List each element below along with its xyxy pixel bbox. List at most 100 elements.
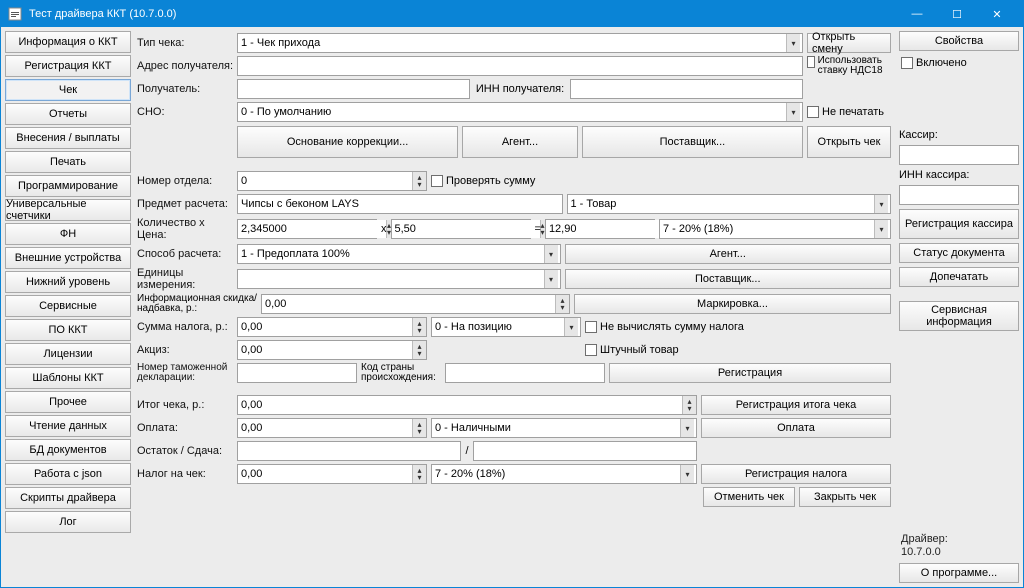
label-nalog-chek: Налог на чек:: [137, 468, 233, 480]
supplier-button[interactable]: Поставщик...: [582, 126, 803, 158]
label-itog: Итог чека, р.:: [137, 399, 233, 411]
spin-akciz[interactable]: ▴▾: [237, 340, 427, 360]
nav-работа-с-json[interactable]: Работа с json: [5, 463, 131, 485]
nav-шаблоны-ккт[interactable]: Шаблоны ККТ: [5, 367, 131, 389]
document-status-button[interactable]: Статус документа: [899, 243, 1019, 263]
checkbox-nevychis[interactable]: Не вычислять сумму налога: [585, 321, 744, 333]
nav-лог[interactable]: Лог: [5, 511, 131, 533]
spin-kol[interactable]: ▴▾: [237, 219, 377, 239]
label-sposob: Способ расчета:: [137, 248, 233, 260]
label-kassir: Кассир:: [899, 129, 1019, 141]
app-icon: [7, 6, 23, 22]
properties-button[interactable]: Свойства: [899, 31, 1019, 51]
nav-бд-документов[interactable]: БД документов: [5, 439, 131, 461]
correction-basis-button[interactable]: Основание коррекции...: [237, 126, 458, 158]
input-inn-kassira[interactable]: [899, 185, 1019, 205]
register-tax-button[interactable]: Регистрация налога: [701, 464, 891, 484]
close-check-button[interactable]: Закрыть чек: [799, 487, 891, 507]
close-button[interactable]: ✕: [977, 1, 1017, 27]
chevron-down-icon: ▾: [544, 245, 558, 263]
spin-summa-naloga[interactable]: ▴▾: [237, 317, 427, 337]
combo-predmet-type[interactable]: 1 - Товар▾: [567, 194, 892, 214]
nav-внесения-выплаты[interactable]: Внесения / выплаты: [5, 127, 131, 149]
label-oplata: Оплата:: [137, 422, 233, 434]
reprint-button[interactable]: Допечатать: [899, 267, 1019, 287]
input-ostatok[interactable]: [237, 441, 461, 461]
supplier2-button[interactable]: Поставщик...: [565, 269, 892, 289]
combo-oplata-type[interactable]: 0 - Наличными▾: [431, 418, 697, 438]
combo-nalog-chek-rate[interactable]: 7 - 20% (18%)▾: [431, 464, 697, 484]
nav-лицензии[interactable]: Лицензии: [5, 343, 131, 365]
input-inn-poluch[interactable]: [570, 79, 803, 99]
combo-sposob[interactable]: 1 - Предоплата 100%▾: [237, 244, 561, 264]
about-button[interactable]: О программе...: [899, 563, 1019, 583]
spin-oplata[interactable]: ▴▾: [237, 418, 427, 438]
combo-sno[interactable]: 0 - По умолчанию▾: [237, 102, 803, 122]
maximize-button[interactable]: ☐: [937, 1, 977, 27]
label-poluchatel: Получатель:: [137, 83, 233, 95]
register-button[interactable]: Регистрация: [609, 363, 891, 383]
label-eq: =: [535, 223, 541, 235]
chevron-down-icon: ▾: [786, 34, 800, 52]
window-title: Тест драйвера ККТ (10.7.0.0): [29, 8, 897, 20]
nav-регистрация-ккт[interactable]: Регистрация ККТ: [5, 55, 131, 77]
nav-чек[interactable]: Чек: [5, 79, 131, 101]
input-kassir[interactable]: [899, 145, 1019, 165]
marking-button[interactable]: Маркировка...: [574, 294, 891, 314]
combo-nalog-pos[interactable]: 0 - На позицию▾: [431, 317, 581, 337]
nav-отчеты[interactable]: Отчеты: [5, 103, 131, 125]
register-total-button[interactable]: Регистрация итога чека: [701, 395, 891, 415]
chevron-down-icon: ▾: [544, 270, 558, 288]
label-ostatok: Остаток / Сдача:: [137, 445, 233, 457]
input-poluchatel[interactable]: [237, 79, 470, 99]
spin-info-sk[interactable]: ▴▾: [261, 294, 570, 314]
nav-sidebar: Информация о ККТРегистрация ККТЧекОтчеты…: [5, 31, 131, 583]
checkbox-proveryat[interactable]: Проверять сумму: [431, 175, 535, 187]
cancel-check-button[interactable]: Отменить чек: [703, 487, 795, 507]
chevron-down-icon: ▾: [564, 318, 578, 336]
label-predmet: Предмет расчета:: [137, 198, 233, 210]
nav-скрипты-драйвера[interactable]: Скрипты драйвера: [5, 487, 131, 509]
input-nomer-tam[interactable]: [237, 363, 357, 383]
payment-button[interactable]: Оплата: [701, 418, 891, 438]
spin-itog[interactable]: ▴▾: [237, 395, 697, 415]
input-predmet[interactable]: [237, 194, 563, 214]
spin-nomer-otdela[interactable]: ▴▾: [237, 171, 427, 191]
nav-нижний-уровень[interactable]: Нижний уровень: [5, 271, 131, 293]
combo-edin[interactable]: ▾: [237, 269, 561, 289]
spin-summa[interactable]: ▴▾: [545, 219, 655, 239]
chevron-down-icon: ▾: [786, 103, 800, 121]
spin-nalog-chek[interactable]: ▴▾: [237, 464, 427, 484]
nav-универсальные-счетчики[interactable]: Универсальные счетчики: [5, 199, 131, 221]
spin-cena[interactable]: ▴▾: [391, 219, 531, 239]
checkbox-shtuch[interactable]: Штучный товар: [585, 344, 679, 356]
input-adres[interactable]: [237, 56, 803, 76]
open-check-button[interactable]: Открыть чек: [807, 126, 891, 158]
input-kod-strany[interactable]: [445, 363, 605, 383]
titlebar: Тест драйвера ККТ (10.7.0.0) — ☐ ✕: [1, 1, 1023, 27]
combo-tip-cheka[interactable]: 1 - Чек прихода▾: [237, 33, 803, 53]
service-info-button[interactable]: Сервисная информация: [899, 301, 1019, 331]
nav-фн[interactable]: ФН: [5, 223, 131, 245]
agent-button[interactable]: Агент...: [462, 126, 578, 158]
minimize-button[interactable]: —: [897, 1, 937, 27]
chevron-down-icon: ▾: [874, 220, 888, 238]
checkbox-use-vat18[interactable]: Использовать ставку НДС18: [807, 56, 891, 76]
nav-сервисные[interactable]: Сервисные: [5, 295, 131, 317]
nav-чтение-данных[interactable]: Чтение данных: [5, 415, 131, 437]
nav-прочее[interactable]: Прочее: [5, 391, 131, 413]
combo-nalog-rate[interactable]: 7 - 20% (18%)▾: [659, 219, 891, 239]
label-slash: /: [465, 445, 468, 457]
nav-информация-о-ккт[interactable]: Информация о ККТ: [5, 31, 131, 53]
agent2-button[interactable]: Агент...: [565, 244, 892, 264]
open-shift-button[interactable]: Открыть смену: [807, 33, 891, 53]
input-sdacha[interactable]: [473, 441, 697, 461]
nav-программирование[interactable]: Программирование: [5, 175, 131, 197]
chevron-down-icon: ▾: [680, 465, 694, 483]
nav-внешние-устройства[interactable]: Внешние устройства: [5, 247, 131, 269]
checkbox-vklucheno[interactable]: Включено: [899, 55, 1019, 71]
nav-по-ккт[interactable]: ПО ККТ: [5, 319, 131, 341]
checkbox-ne-pechatat[interactable]: Не печатать: [807, 106, 891, 118]
nav-печать[interactable]: Печать: [5, 151, 131, 173]
register-cashier-button[interactable]: Регистрация кассира: [899, 209, 1019, 239]
